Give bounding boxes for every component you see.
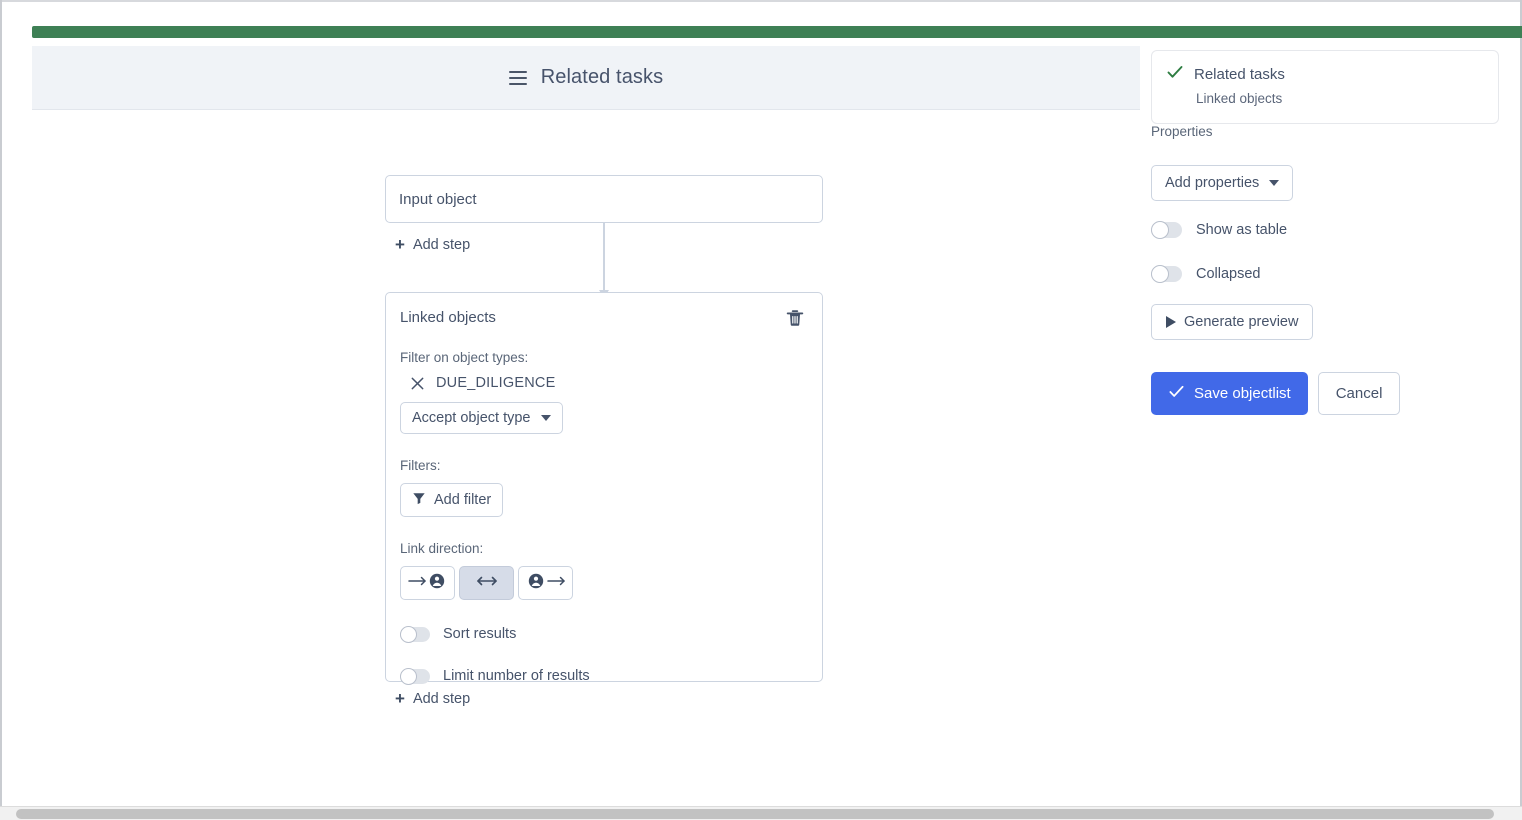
filter-on-object-types-label: Filter on object types: [400,350,529,365]
check-icon [1166,63,1184,86]
show-as-table-toggle[interactable] [1151,221,1182,239]
panel-actions: Save objectlist Cancel [1151,372,1401,415]
filter-icon [412,491,426,509]
show-as-table-row: Show as table [1151,221,1288,239]
page-header: Related tasks [32,46,1140,110]
collapsed-toggle[interactable] [1151,265,1182,283]
limit-results-toggle[interactable] [400,667,430,685]
add-filter-button[interactable]: Add filter [400,483,504,517]
link-direction-outgoing-button[interactable] [518,566,573,600]
accept-object-type-label: Accept object type [412,410,531,426]
add-properties-label: Add properties [1165,175,1260,191]
object-type-chip: DUE_DILIGENCE [400,375,808,391]
sort-results-row: Sort results [400,625,808,643]
object-type-chip-label: DUE_DILIGENCE [436,375,556,391]
toggle-knob [400,625,417,643]
flow-connector-arrow [599,223,609,298]
generate-preview-label: Generate preview [1184,314,1299,330]
plus-icon: + [395,689,405,708]
flow-canvas: Input object + Add step Linked objects F… [32,110,1140,804]
add-step-label: Add step [412,690,471,707]
person-to-arrow-icon [525,572,567,595]
arrow-to-person-icon [407,572,449,595]
link-direction-label: Link direction: [400,541,484,556]
chevron-down-icon [540,415,551,421]
page-edge-left [0,0,2,806]
save-objectlist-button[interactable]: Save objectlist [1151,372,1308,415]
add-step-button-bottom[interactable]: + Add step [395,690,470,707]
node-input-object[interactable]: Input object [385,175,823,223]
summary-title-row: Related tasks [1166,63,1484,86]
filters-label: Filters: [400,458,441,473]
add-step-button-top[interactable]: + Add step [395,236,470,253]
hamburger-icon[interactable] [508,70,527,85]
double-arrow-icon [475,572,499,595]
app-root: Related tasks Input object + Add step Li… [0,0,1522,820]
collapsed-row: Collapsed [1151,265,1261,283]
cancel-button[interactable]: Cancel [1317,372,1401,415]
summary-card: Related tasks Linked objects [1151,50,1499,124]
show-as-table-label: Show as table [1196,222,1288,238]
node-linked-objects-title: Linked objects [400,309,496,326]
play-icon [1166,316,1176,328]
toggle-knob [1151,265,1169,283]
cancel-label: Cancel [1335,385,1383,402]
link-direction-both-button[interactable] [459,566,514,600]
toggle-knob [400,667,417,685]
chevron-down-icon [1269,180,1280,186]
horizontal-scrollbar-thumb[interactable] [16,809,1494,819]
add-step-label: Add step [412,236,471,253]
page-top-divider [0,0,1522,2]
sort-results-label: Sort results [443,626,517,642]
right-panel: Related tasks Linked objects Properties … [1140,38,1500,804]
summary-subtitle: Linked objects [1196,91,1283,106]
generate-preview-button[interactable]: Generate preview [1151,304,1314,340]
trash-icon[interactable] [784,307,806,329]
green-banner [32,26,1522,38]
page-title: Related tasks [540,66,664,88]
link-direction-incoming-button[interactable] [400,566,455,600]
toggle-knob [1151,221,1169,239]
add-filter-label: Add filter [434,492,492,508]
close-x-icon[interactable] [410,376,425,391]
summary-title: Related tasks [1194,66,1285,83]
accept-object-type-select[interactable]: Accept object type [400,402,563,434]
limit-results-label: Limit number of results [443,668,590,684]
collapsed-label: Collapsed [1196,266,1261,282]
link-direction-group [400,566,808,600]
node-linked-objects: Linked objects Filter on object types: D… [385,292,823,685]
node-input-object-label: Input object [399,190,477,208]
check-icon [1168,383,1185,404]
add-properties-dropdown[interactable]: Add properties [1151,165,1294,201]
sort-results-toggle[interactable] [400,625,430,643]
save-objectlist-label: Save objectlist [1194,385,1291,402]
horizontal-scrollbar[interactable] [0,806,1522,820]
properties-label: Properties [1151,124,1213,139]
limit-results-row: Limit number of results [400,667,808,685]
plus-icon: + [395,235,405,254]
